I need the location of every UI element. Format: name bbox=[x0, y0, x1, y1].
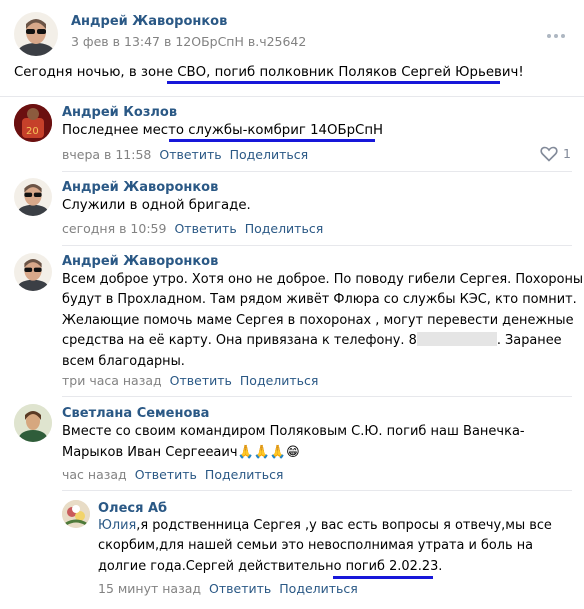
heart-icon bbox=[540, 146, 558, 162]
comment-meta: вчера в 11:58 Ответить Поделиться bbox=[62, 147, 308, 162]
post-text-prefix: Сегодня ночью, в зоне bbox=[14, 65, 178, 80]
more-horizontal-icon[interactable] bbox=[546, 25, 566, 38]
reply-meta: 15 минут назад Ответить Поделиться bbox=[98, 581, 358, 596]
comment-author-name[interactable]: Андрей Жаворонков bbox=[62, 254, 218, 269]
comment-text-line: Всем доброе утро. Хотя оно не доброе. По… bbox=[62, 272, 584, 287]
reply-button[interactable]: Ответить bbox=[159, 147, 221, 162]
comment-text: Вместе со своим командиром Поляковым С.Ю… bbox=[62, 421, 525, 463]
comment-divider bbox=[62, 396, 572, 397]
comment-meta: три часа назад Ответить Поделиться bbox=[62, 373, 318, 388]
share-button[interactable]: Поделиться bbox=[240, 373, 319, 388]
comment-time[interactable]: вчера в 11:58 bbox=[62, 147, 151, 162]
comment-text-line: Марыков Иван Сергееаич🙏🙏🙏😁 bbox=[62, 442, 525, 463]
reply-time[interactable]: 15 минут назад bbox=[98, 581, 201, 596]
reply-button[interactable]: Ответить bbox=[135, 467, 197, 482]
like-button[interactable]: 1 bbox=[540, 146, 574, 162]
reply-author-name[interactable]: Олеся Аб bbox=[98, 501, 167, 516]
comment-text-line: Желающие помочь маме Сергея в похоронах … bbox=[62, 312, 574, 328]
comment-text-part: Марыков Иван Сергееаич bbox=[62, 445, 238, 460]
comment-divider bbox=[62, 245, 572, 246]
share-button[interactable]: Поделиться bbox=[205, 467, 284, 482]
post-text-highlight: СВО, погиб полковник Поляков Сергей Юрье… bbox=[177, 65, 524, 80]
comment-text-line: будут в Прохладном. Там рядом живёт Флюр… bbox=[62, 292, 577, 308]
comment-text: Всем доброе утро. Хотя оно не доброе. По… bbox=[62, 270, 583, 372]
reply-text-line: скорбим,для нашей семьи это невосполнима… bbox=[98, 538, 534, 554]
comment-avatar[interactable] bbox=[14, 404, 52, 442]
redacted-phone bbox=[416, 332, 497, 347]
comment-meta: сегодня в 10:59 Ответить Поделиться bbox=[62, 221, 323, 236]
comment-author-name[interactable]: Андрей Козлов bbox=[62, 105, 177, 120]
comment-text-line: всем благодарны. bbox=[62, 353, 185, 369]
post-underline-mark bbox=[167, 81, 500, 84]
comment-meta: час назад Ответить Поделиться bbox=[62, 467, 283, 482]
post-divider bbox=[0, 96, 584, 97]
comment-time[interactable]: сегодня в 10:59 bbox=[62, 221, 166, 236]
comment-time[interactable]: час назад bbox=[62, 467, 127, 482]
comment-divider bbox=[62, 171, 572, 172]
share-button[interactable]: Поделиться bbox=[245, 221, 324, 236]
mention-link[interactable]: Юлия bbox=[98, 518, 136, 533]
reply-text: Юлия,я родственница Сергея ,у вас есть в… bbox=[98, 516, 552, 577]
reply-button[interactable]: Ответить bbox=[174, 221, 236, 236]
reply-text-line: долгие года.Сергей действительно погиб 2… bbox=[98, 557, 552, 577]
share-button[interactable]: Поделиться bbox=[279, 581, 358, 596]
share-button[interactable]: Поделиться bbox=[230, 147, 309, 162]
comment-avatar[interactable] bbox=[14, 178, 52, 216]
svg-text:20: 20 bbox=[26, 126, 39, 137]
comment-text: Служили в одной бригаде. bbox=[62, 198, 251, 213]
comment-underline-mark bbox=[169, 139, 375, 142]
comment-text-part: средства на её карту. Она привязана к те… bbox=[62, 333, 417, 349]
comment-text-line: Вместе со своим командиром Поляковым С.Ю… bbox=[62, 424, 525, 439]
reply-underline-mark bbox=[333, 576, 433, 579]
reply-text-part: долгие года.Сергей действительно bbox=[98, 558, 346, 574]
pray-emoji-icon: 🙏🙏🙏😁 bbox=[237, 445, 300, 460]
reply-text-highlight: погиб 2.02.23. bbox=[345, 558, 443, 574]
comment-text-line: средства на её карту. Она привязана к те… bbox=[62, 331, 583, 351]
comment-avatar[interactable] bbox=[14, 253, 52, 291]
comment-divider bbox=[62, 490, 572, 491]
comment-author-name[interactable]: Светлана Семенова bbox=[62, 406, 209, 421]
reply-text-line: Юлия,я родственница Сергея ,у вас есть в… bbox=[98, 516, 552, 536]
comment-avatar[interactable]: 20 bbox=[14, 104, 52, 142]
reply-button[interactable]: Ответить bbox=[209, 581, 271, 596]
comment-text-prefix: Последнее мест bbox=[62, 123, 176, 138]
reply-button[interactable]: Ответить bbox=[170, 373, 232, 388]
comment-time[interactable]: три часа назад bbox=[62, 373, 162, 388]
post-author-name[interactable]: Андрей Жаворонков bbox=[71, 14, 227, 29]
comment-author-name[interactable]: Андрей Жаворонков bbox=[62, 180, 218, 195]
comment-text-part: . Заранее bbox=[496, 333, 562, 349]
post-author-avatar[interactable] bbox=[14, 12, 58, 56]
reply-text-part: ,я родственница Сергея ,у вас есть вопро… bbox=[136, 518, 552, 533]
reply-avatar[interactable] bbox=[62, 500, 90, 528]
like-count: 1 bbox=[563, 146, 571, 161]
post-meta[interactable]: 3 фев в 13:47 в 12ОБрСпН в.ч25642 bbox=[71, 34, 306, 49]
comment-text-highlight: о службы-комбриг 14ОБрСпН bbox=[175, 123, 384, 138]
